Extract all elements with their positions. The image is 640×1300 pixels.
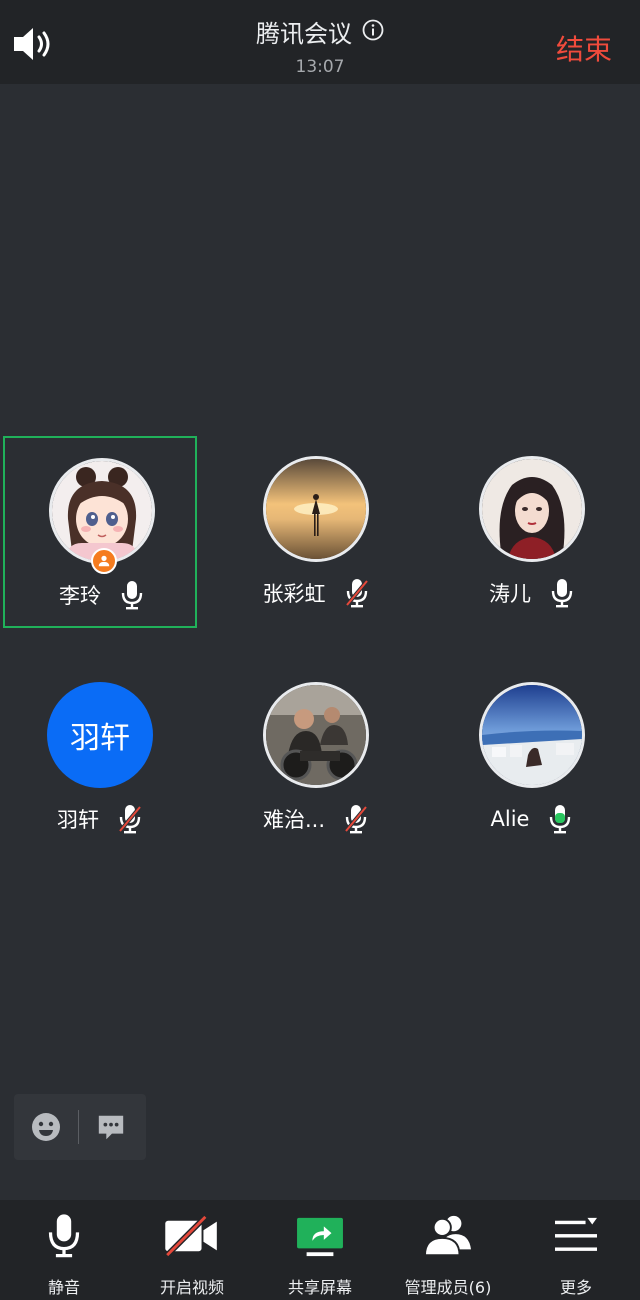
manage-members-label: 管理成员(6)	[404, 1278, 492, 1297]
chat-icon	[98, 1115, 124, 1140]
mute-button[interactable]: 静音	[0, 1200, 128, 1300]
host-badge-icon	[91, 548, 117, 574]
avatar: 羽轩	[47, 682, 153, 788]
top-bar: 腾讯会议 13:07 结束	[0, 0, 640, 84]
participant-name: 羽轩	[57, 808, 99, 832]
mute-label: 静音	[47, 1278, 80, 1297]
participant-name: 张彩虹	[262, 582, 326, 606]
microphone-icon	[121, 581, 143, 610]
avatar	[263, 682, 369, 788]
participant-tile[interactable]: Alie	[435, 662, 629, 854]
microphone-icon	[34, 1210, 94, 1262]
participant-name: Alie	[490, 807, 530, 831]
share-screen-button[interactable]: 共享屏幕	[256, 1200, 384, 1300]
microphone-speaking-icon	[550, 805, 571, 834]
participant-name: 难治...	[262, 808, 326, 832]
microphone-muted-icon	[344, 805, 368, 834]
bottom-toolbar: 静音 开启视频 共享屏幕 管理成员(6) 更多	[0, 1200, 640, 1300]
avatar	[479, 456, 585, 562]
participant-tile[interactable]: 羽轩 羽轩	[3, 662, 197, 854]
participant-tile[interactable]: 涛儿	[435, 436, 629, 628]
chat-button[interactable]	[79, 1094, 143, 1160]
end-meeting-button[interactable]: 结束	[556, 28, 612, 68]
start-video-button[interactable]: 开启视频	[128, 1200, 256, 1300]
manage-members-button[interactable]: 管理成员(6)	[384, 1200, 512, 1300]
share-screen-icon	[290, 1210, 350, 1262]
more-menu-icon	[546, 1210, 606, 1262]
avatar	[263, 456, 369, 562]
microphone-icon	[551, 579, 573, 608]
participant-name: 涛儿	[489, 582, 531, 606]
emoji-icon	[32, 1113, 60, 1141]
more-label: 更多	[559, 1278, 592, 1297]
microphone-muted-icon	[118, 805, 142, 834]
emoji-button[interactable]	[14, 1094, 78, 1160]
reaction-bar	[14, 1094, 146, 1160]
more-button[interactable]: 更多	[512, 1200, 640, 1300]
share-screen-label: 共享屏幕	[287, 1278, 352, 1297]
members-icon	[418, 1210, 478, 1262]
meeting-time: 13:07	[295, 57, 345, 77]
video-off-icon	[162, 1210, 222, 1262]
info-icon[interactable]	[362, 19, 384, 45]
meeting-title: 腾讯会议	[256, 20, 352, 48]
meeting-title-area: 腾讯会议 13:07	[0, 14, 640, 77]
microphone-muted-icon	[344, 579, 369, 608]
participant-tile[interactable]: 难治...	[219, 662, 413, 854]
avatar	[479, 682, 585, 788]
start-video-label: 开启视频	[159, 1278, 224, 1297]
participant-name: 李玲	[59, 584, 101, 608]
participant-tile[interactable]: 张彩虹	[219, 436, 413, 628]
participant-tile[interactable]: 李玲	[3, 436, 197, 628]
